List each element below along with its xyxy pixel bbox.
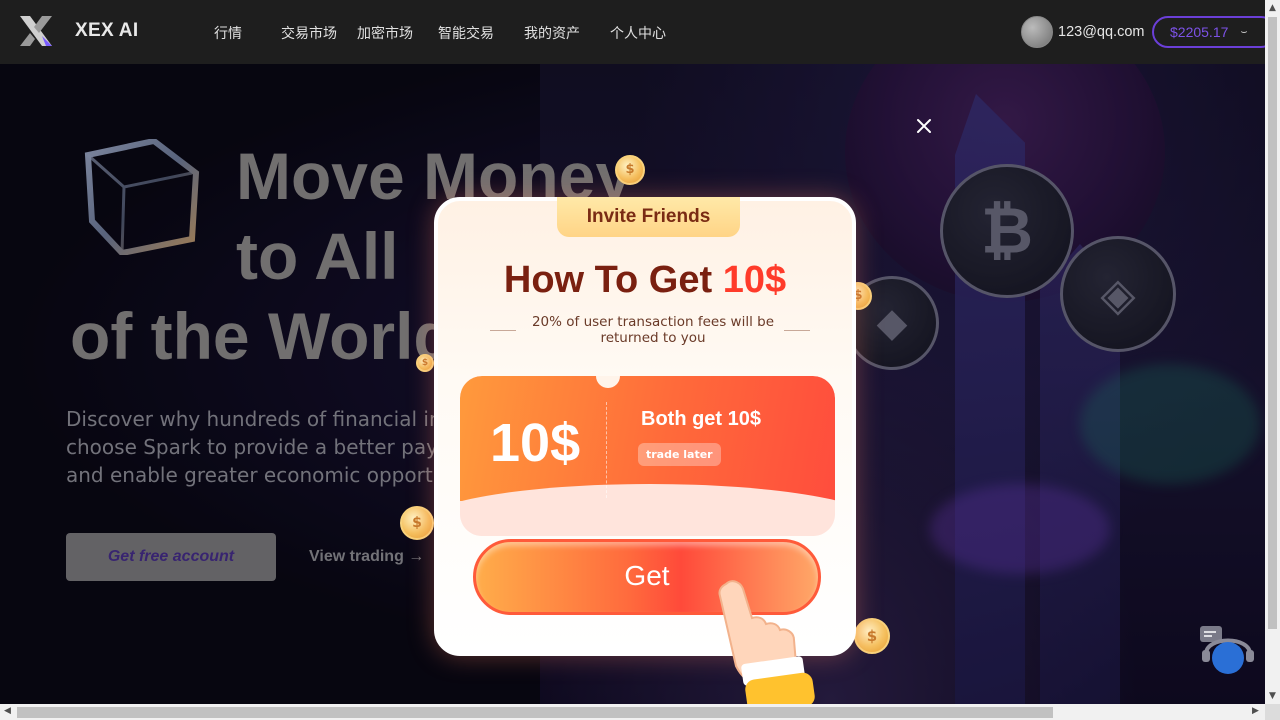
ticket-curve [460, 484, 835, 536]
nav-item-smart-trading[interactable]: 智能交易 [438, 23, 494, 43]
modal-title: How To Get 10$ [438, 259, 852, 302]
modal-title-prefix: How To Get [503, 259, 723, 301]
customer-support-icon[interactable] [1198, 624, 1262, 676]
ticket-headline: Both get 10$ [641, 408, 762, 430]
xex-logo-icon[interactable] [18, 14, 54, 48]
top-nav-bar: XEX AI 行情 交易市场 加密市场 智能交易 我的资产 个人中心 123@q… [0, 0, 1277, 64]
vertical-scrollbar-thumb[interactable] [1268, 17, 1277, 629]
decorative-line [784, 330, 810, 331]
eye-closed-icon[interactable]: ⌣ [1240, 26, 1247, 39]
modal-description: 20% of user transaction fees will be ret… [531, 314, 775, 346]
nav-item-market-quotes[interactable]: 行情 [214, 23, 242, 43]
reward-ticket: 10$ Both get 10$ trade later [460, 376, 835, 536]
balance-value: $2205.17 [1170, 24, 1229, 40]
gold-coin-icon: $ [416, 354, 434, 372]
scroll-left-arrow-icon[interactable]: ◀ [4, 706, 11, 716]
nav-item-profile[interactable]: 个人中心 [610, 23, 666, 43]
scrollbar-corner [1265, 704, 1280, 720]
ticket-divider [606, 402, 607, 498]
scroll-down-arrow-icon[interactable]: ▼ [1269, 691, 1276, 701]
modal-title-amount: 10$ [722, 259, 787, 301]
horizontal-scrollbar-thumb[interactable] [17, 707, 1053, 718]
decorative-line [490, 330, 516, 331]
balance-pill[interactable]: $2205.17 ⌣ [1152, 16, 1277, 48]
trade-later-badge: trade later [638, 443, 721, 466]
scroll-up-arrow-icon[interactable]: ▲ [1269, 3, 1276, 13]
invite-friends-tab: Invite Friends [557, 197, 740, 237]
ticket-amount: 10$ [490, 413, 581, 473]
avatar[interactable] [1021, 16, 1053, 48]
user-email[interactable]: 123@qq.com [1058, 24, 1144, 40]
brand-name[interactable]: XEX AI [75, 20, 138, 42]
pointing-hand-icon [718, 580, 815, 712]
nav-item-crypto-market[interactable]: 加密市场 [357, 23, 413, 43]
gold-coin-icon: $ [854, 618, 890, 654]
nav-item-my-assets[interactable]: 我的资产 [524, 23, 580, 43]
close-icon[interactable] [912, 114, 936, 138]
scroll-right-arrow-icon[interactable]: ▶ [1252, 706, 1259, 716]
gold-coin-icon: $ [400, 506, 434, 540]
user-menu[interactable]: 123@qq.com [1021, 16, 1144, 48]
gold-coin-icon: $ [615, 155, 645, 185]
nav-item-trading-market[interactable]: 交易市场 [281, 23, 337, 43]
